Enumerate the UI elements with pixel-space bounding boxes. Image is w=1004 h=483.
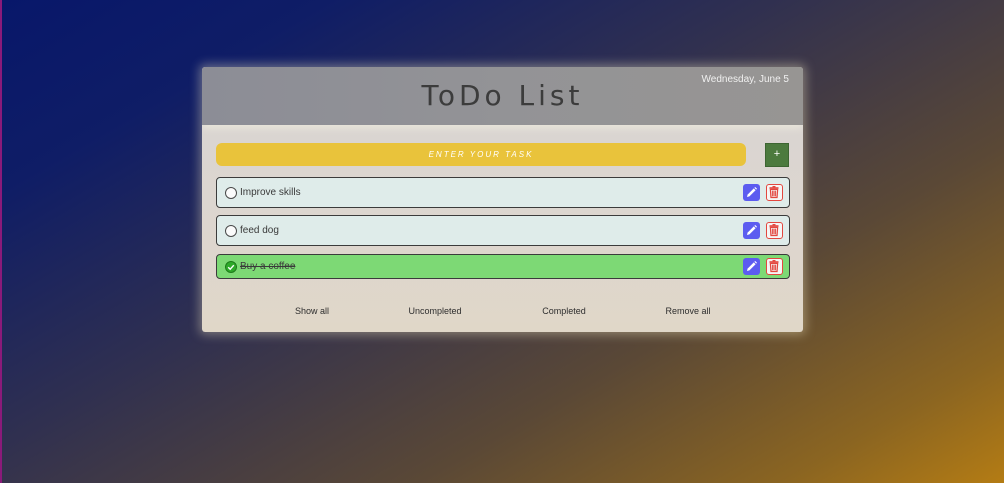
add-task-button[interactable]: + (765, 143, 789, 167)
task-label: Buy a coffee (240, 261, 296, 272)
todo-card: ToDo List Wednesday, June 5 + Improve sk… (202, 67, 803, 332)
task-item: Improve skills (216, 177, 790, 208)
task-item-completed: Buy a coffee (216, 254, 790, 279)
edit-task-button[interactable] (743, 222, 760, 239)
edit-task-button[interactable] (743, 258, 760, 275)
task-checkbox[interactable] (225, 225, 237, 237)
task-input[interactable] (216, 143, 746, 166)
filter-completed[interactable]: Completed (542, 306, 586, 316)
pencil-icon (747, 261, 757, 271)
filter-show-all[interactable]: Show all (295, 306, 329, 316)
delete-task-button[interactable] (766, 184, 783, 201)
task-label: feed dog (240, 225, 279, 236)
edit-task-button[interactable] (743, 184, 760, 201)
filter-bar: Show all Uncompleted Completed Remove al… (202, 306, 803, 318)
current-date: Wednesday, June 5 (701, 74, 789, 85)
trash-icon (769, 224, 779, 237)
trash-icon (769, 186, 779, 199)
window-edge (0, 0, 2, 483)
card-header: ToDo List Wednesday, June 5 (202, 67, 803, 125)
task-label: Improve skills (240, 187, 301, 198)
pencil-icon (747, 225, 757, 235)
trash-icon (769, 260, 779, 273)
delete-task-button[interactable] (766, 258, 783, 275)
task-checkbox[interactable] (225, 187, 237, 199)
task-item: feed dog (216, 215, 790, 246)
pencil-icon (747, 187, 757, 197)
checkmark-icon (227, 264, 235, 271)
delete-task-button[interactable] (766, 222, 783, 239)
filter-uncompleted[interactable]: Uncompleted (408, 306, 461, 316)
remove-all-button[interactable]: Remove all (665, 306, 710, 316)
task-checkbox-checked[interactable] (225, 261, 237, 273)
